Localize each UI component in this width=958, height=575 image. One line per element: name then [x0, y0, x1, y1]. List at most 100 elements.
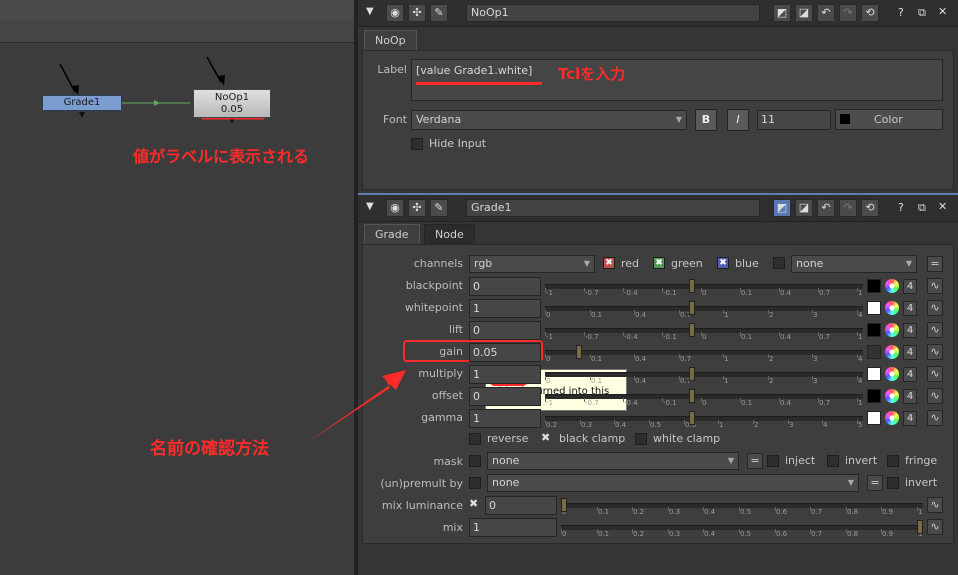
blue-checkbox[interactable]: ✖: [717, 257, 729, 269]
curve-icon[interactable]: ∿: [927, 278, 943, 294]
color-button[interactable]: Color: [835, 109, 943, 130]
node-grade1[interactable]: Grade1: [42, 95, 122, 111]
viewer-icon[interactable]: ◉: [386, 4, 404, 22]
curve-icon[interactable]: ∿: [927, 410, 943, 426]
knob-slider[interactable]: -1 -0.7 -0.4 -0.1 0 0.1 0.4 0.7 1: [545, 387, 863, 407]
color-wheel-icon[interactable]: [885, 411, 899, 425]
color-swatch[interactable]: [867, 389, 881, 403]
fringe-checkbox[interactable]: [887, 455, 899, 467]
channel-count-button[interactable]: 4: [903, 301, 917, 316]
float-icon[interactable]: ⧉: [918, 6, 926, 20]
close-icon[interactable]: ✕: [938, 200, 947, 213]
curve-icon[interactable]: ∿: [927, 300, 943, 316]
curve-icon[interactable]: ∿: [927, 344, 943, 360]
extra-channel-checkbox[interactable]: [773, 257, 785, 269]
redo-icon[interactable]: ↷: [839, 4, 857, 22]
mix-curve-icon[interactable]: ∿: [927, 519, 943, 535]
color-picker-2-icon[interactable]: ◪: [795, 4, 813, 22]
undo-icon[interactable]: ↶: [817, 4, 835, 22]
help-icon[interactable]: ?: [898, 6, 904, 19]
premult-link-button[interactable]: =: [867, 475, 883, 491]
node-color-icon[interactable]: ✣: [408, 199, 426, 217]
green-checkbox[interactable]: ✖: [653, 257, 665, 269]
color-swatch[interactable]: [867, 345, 881, 359]
black-clamp-checkbox[interactable]: ✖: [541, 431, 550, 444]
channel-count-button[interactable]: 4: [903, 389, 917, 404]
red-checkbox[interactable]: ✖: [603, 257, 615, 269]
mask-invert-checkbox[interactable]: [827, 455, 839, 467]
channels-dropdown[interactable]: rgb ▼: [469, 255, 595, 273]
collapse-icon[interactable]: ▼: [366, 201, 374, 212]
color-wheel-icon[interactable]: [885, 345, 899, 359]
redo-icon[interactable]: ↷: [839, 199, 857, 217]
revert-icon[interactable]: ⟲: [861, 4, 879, 22]
font-dropdown[interactable]: Verdana ▼: [411, 110, 687, 130]
color-picker-icon[interactable]: ◩: [773, 4, 791, 22]
float-icon[interactable]: ⧉: [918, 201, 926, 215]
channel-count-button[interactable]: 4: [903, 345, 917, 360]
wrench-icon[interactable]: ✎: [430, 4, 448, 22]
node-noop1[interactable]: NoOp1 0.05: [193, 89, 271, 118]
mask-checkbox[interactable]: [469, 455, 481, 467]
color-swatch[interactable]: [867, 323, 881, 337]
curve-icon[interactable]: ∿: [927, 388, 943, 404]
premult-checkbox[interactable]: [469, 477, 481, 489]
channels-link-button[interactable]: =: [927, 256, 943, 272]
collapse-icon[interactable]: ▼: [366, 6, 374, 17]
close-icon[interactable]: ✕: [938, 5, 947, 18]
tab-grade[interactable]: Grade: [364, 224, 420, 245]
grade-name-field[interactable]: Grade1: [466, 199, 760, 217]
knob-slider[interactable]: 0 0.1 0.4 0.7 1 2 3 4: [545, 365, 863, 385]
noop-name-field[interactable]: NoOp1: [466, 4, 760, 22]
mask-dropdown[interactable]: none ▼: [487, 452, 739, 470]
mix-slider[interactable]: 0 0.1 0.2 0.3 0.4 0.5 0.6 0.7 0.8 0.9 1: [561, 518, 923, 538]
mix-luminance-field[interactable]: 0: [485, 496, 557, 515]
knob-value-field[interactable]: 0.05: [469, 343, 541, 362]
node-color-icon[interactable]: ✣: [408, 4, 426, 22]
wrench-icon[interactable]: ✎: [430, 199, 448, 217]
mix-field[interactable]: 1: [469, 518, 557, 537]
label-textarea[interactable]: [value Grade1.white] Tclを入力: [411, 59, 943, 101]
mix-luminance-checkbox[interactable]: ✖: [469, 497, 478, 510]
knob-value-field[interactable]: 1: [469, 365, 541, 384]
knob-value-field[interactable]: 0: [469, 387, 541, 406]
color-wheel-icon[interactable]: [885, 389, 899, 403]
knob-slider-handle[interactable]: [689, 279, 695, 293]
channel-count-button[interactable]: 4: [903, 367, 917, 382]
color-wheel-icon[interactable]: [885, 323, 899, 337]
reverse-checkbox[interactable]: [469, 433, 481, 445]
knob-value-field[interactable]: 1: [469, 409, 541, 428]
italic-button[interactable]: I: [727, 109, 749, 131]
viewer-icon[interactable]: ◉: [386, 199, 404, 217]
knob-slider-handle[interactable]: [689, 389, 695, 403]
mix-luminance-curve-icon[interactable]: ∿: [927, 497, 943, 513]
color-picker-2-icon[interactable]: ◪: [795, 199, 813, 217]
undo-icon[interactable]: ↶: [817, 199, 835, 217]
mask-link-button[interactable]: =: [747, 453, 763, 469]
knob-slider-handle[interactable]: [689, 323, 695, 337]
channel-count-button[interactable]: 4: [903, 411, 917, 426]
tab-node[interactable]: Node: [424, 224, 475, 245]
font-size-field[interactable]: 11: [757, 110, 831, 130]
mix-slider-handle[interactable]: [917, 520, 923, 534]
extra-channel-dropdown[interactable]: none ▼: [791, 255, 917, 273]
color-swatch[interactable]: [867, 411, 881, 425]
color-wheel-icon[interactable]: [885, 367, 899, 381]
color-wheel-icon[interactable]: [885, 301, 899, 315]
premult-invert-checkbox[interactable]: [887, 477, 899, 489]
channel-count-button[interactable]: 4: [903, 323, 917, 338]
color-wheel-icon[interactable]: [885, 279, 899, 293]
revert-icon[interactable]: ⟲: [861, 199, 879, 217]
color-swatch[interactable]: [867, 367, 881, 381]
curve-icon[interactable]: ∿: [927, 366, 943, 382]
mix-luminance-slider-handle[interactable]: [561, 498, 567, 512]
inject-checkbox[interactable]: [767, 455, 779, 467]
knob-slider[interactable]: -1 -0.7 -0.4 -0.1 0 0.1 0.4 0.7 1: [545, 321, 863, 341]
knob-slider-handle[interactable]: [689, 411, 695, 425]
knob-value-field[interactable]: 0: [469, 277, 541, 296]
color-swatch[interactable]: [867, 301, 881, 315]
curve-icon[interactable]: ∿: [927, 322, 943, 338]
bold-button[interactable]: B: [695, 109, 717, 131]
knob-slider-handle[interactable]: [689, 301, 695, 315]
knob-value-field[interactable]: 0: [469, 321, 541, 340]
